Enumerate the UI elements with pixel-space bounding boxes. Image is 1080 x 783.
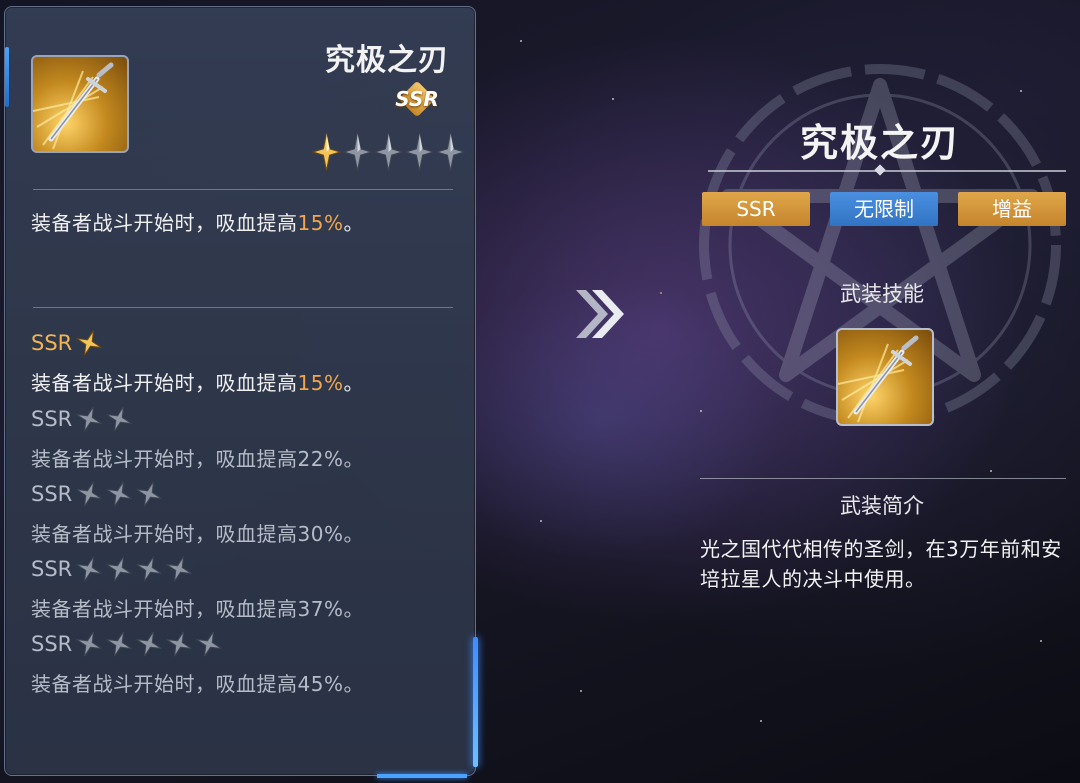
- star-icon: [311, 133, 342, 171]
- divider: [33, 189, 453, 190]
- intro-text: 光之国代代相传的圣剑，在3万年前和安培拉星人的决斗中使用。: [700, 537, 1062, 591]
- star-icon: [342, 133, 373, 171]
- star-icon: [76, 631, 102, 657]
- star-icon: [166, 556, 192, 582]
- level-label: SSR: [31, 405, 134, 433]
- level-effect-text: 装备者战斗开始时，吸血提高22%。: [31, 447, 364, 471]
- item-title: 究极之刃: [325, 43, 449, 78]
- star-icon: [136, 631, 162, 657]
- double-chevron-right-icon: [572, 284, 628, 344]
- type-tag: 增益: [958, 192, 1066, 226]
- skill-heading: 武装技能: [840, 282, 924, 306]
- restriction-tag: 无限制: [830, 192, 938, 226]
- star-icon: [76, 556, 102, 582]
- title-underline: [708, 170, 1066, 172]
- star-icon: [166, 631, 192, 657]
- star-icon: [373, 133, 404, 171]
- star-rating: [311, 131, 466, 173]
- panel-edge-accent: [5, 47, 9, 107]
- rarity-tag: SSR: [702, 192, 810, 226]
- panel-edge-accent-bottom: [377, 774, 467, 778]
- level-effect-text: 装备者战斗开始时，吸血提高15%。: [31, 371, 364, 395]
- intro-heading: 武装简介: [840, 494, 924, 518]
- current-effect-text: 装备者战斗开始时，吸血提高15%。: [31, 211, 364, 235]
- star-icon: [136, 556, 162, 582]
- sword-icon[interactable]: [836, 328, 934, 426]
- divider: [700, 478, 1066, 479]
- star-icon: [106, 556, 132, 582]
- level-effect-text: 装备者战斗开始时，吸血提高45%。: [31, 672, 364, 696]
- level-label: SSR: [31, 630, 224, 658]
- level-label: SSR: [31, 555, 194, 583]
- detail-title: 究极之刃: [799, 121, 960, 165]
- divider: [33, 307, 453, 308]
- star-icon: [76, 406, 102, 432]
- level-label: SSR: [31, 480, 164, 508]
- level-effect-text: 装备者战斗开始时，吸血提高30%。: [31, 522, 364, 546]
- star-icon: [404, 133, 435, 171]
- level-label: SSR: [31, 329, 104, 357]
- star-icon: [76, 330, 102, 356]
- rarity-badge: SSR: [393, 80, 441, 118]
- star-icon: [106, 406, 132, 432]
- star-icon: [106, 481, 132, 507]
- star-icon: [106, 631, 132, 657]
- star-icon: [196, 631, 222, 657]
- star-icon: [136, 481, 162, 507]
- panel-edge-accent-right: [473, 637, 478, 767]
- sword-icon: [31, 55, 129, 153]
- star-icon: [76, 481, 102, 507]
- item-info-panel: 究极之刃 SSR 装备者战斗开始时，吸血提高15%。 SSR 装备者战斗开始时，…: [4, 6, 478, 778]
- level-effect-text: 装备者战斗开始时，吸血提高37%。: [31, 597, 364, 621]
- star-icon: [435, 133, 466, 171]
